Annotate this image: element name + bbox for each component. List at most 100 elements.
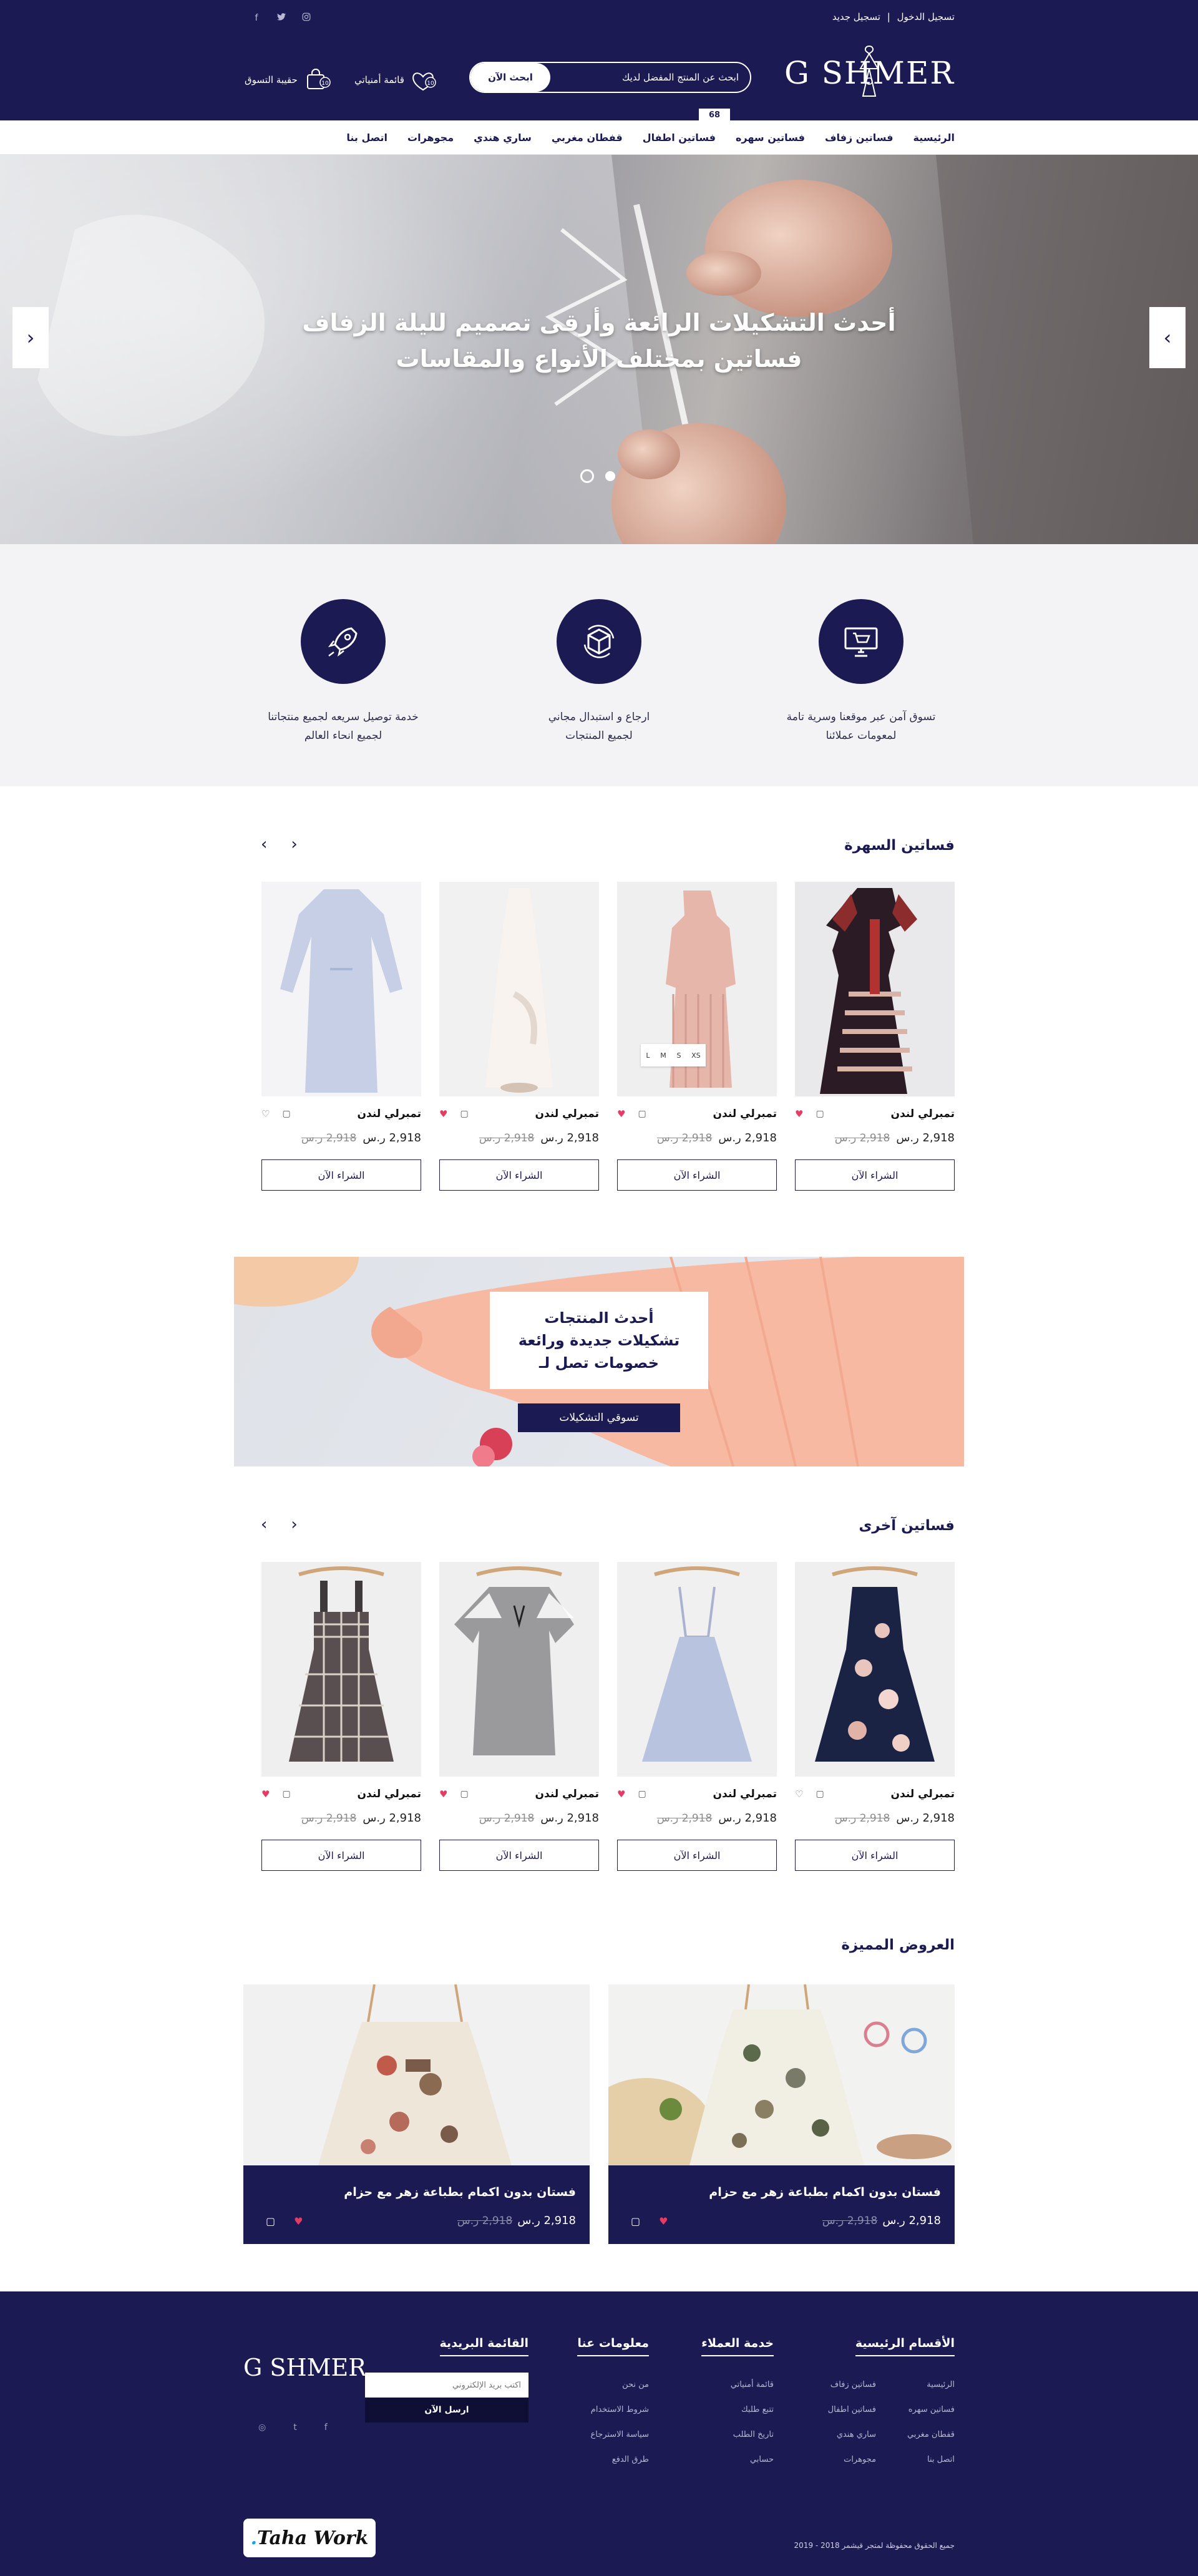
footer-link[interactable]: مجوهرات — [828, 2447, 876, 2472]
buy-now-button[interactable]: الشراء الآن — [439, 1159, 599, 1191]
footer-link[interactable]: شروط الاستخدام — [577, 2398, 649, 2422]
cart-link[interactable]: 10 حقيبة التسوق — [245, 69, 331, 91]
shopping-bag-icon[interactable]: ▢ — [631, 2215, 640, 2227]
featured-card[interactable]: فستان بدون اكمام بطباعة زهر مع حزام 2,91… — [243, 1984, 590, 2244]
footer-link[interactable]: تتبع طلبك — [701, 2398, 774, 2422]
footer-logo[interactable]: G SHMER — [243, 2354, 366, 2381]
product-name[interactable]: تمبرلي لندن — [358, 1108, 421, 1120]
footer-link[interactable]: من نحن — [577, 2373, 649, 2398]
footer-link[interactable]: سياسة الاسترجاع — [577, 2422, 649, 2447]
footer-link[interactable]: حسابي — [701, 2447, 774, 2472]
search-button[interactable]: ابحث الآن — [470, 63, 550, 92]
buy-now-button[interactable]: الشراء الآن — [617, 1840, 777, 1871]
featured-image[interactable] — [243, 1984, 590, 2165]
footer-link[interactable]: فساتين اطفال — [828, 2398, 876, 2422]
instagram-icon[interactable]: ◎ — [258, 2422, 266, 2432]
facebook-icon[interactable]: f — [251, 12, 262, 24]
heart-icon[interactable]: ♥ — [795, 1108, 803, 1120]
heart-outline-icon[interactable]: ♡ — [261, 1108, 270, 1120]
footer-link[interactable]: قائمة أمنياتي — [701, 2373, 774, 2398]
menu-item-jewelry[interactable]: مجوهرات — [407, 132, 454, 144]
wishlist-link[interactable]: 10 قائمة أمنياتي — [354, 69, 438, 91]
footer-link[interactable]: قفطان مغربي — [907, 2422, 955, 2447]
twitter-icon[interactable] — [276, 12, 287, 24]
product-image[interactable] — [261, 1562, 421, 1777]
product-image[interactable] — [261, 882, 421, 1096]
product-name[interactable]: تمبرلي لندن — [535, 1108, 599, 1120]
footer-link[interactable]: ساري هندي — [828, 2422, 876, 2447]
footer-link[interactable]: تاريخ الطلب — [701, 2422, 774, 2447]
shopping-bag-icon[interactable]: ▢ — [816, 1789, 824, 1799]
product-card[interactable]: تمبرلي لندن ▢ ♥ 2,918 ر.س 2,918 ر.س الشراء… — [795, 882, 955, 1191]
buy-now-button[interactable]: الشراء الآن — [617, 1159, 777, 1191]
register-link[interactable]: تسجيل جديد — [832, 11, 880, 22]
menu-item-wedding[interactable]: فساتين زفاف — [825, 132, 894, 144]
product-image[interactable] — [439, 882, 599, 1096]
footer-link[interactable]: فساتين سهره — [907, 2398, 955, 2422]
carousel-next-icon[interactable]: › — [261, 1515, 267, 1534]
product-image[interactable]: XS S M L — [617, 882, 777, 1096]
product-name[interactable]: تمبرلي لندن — [713, 1788, 777, 1800]
footer-link[interactable]: فساتين زفاف — [828, 2373, 876, 2398]
product-name[interactable]: تمبرلي لندن — [891, 1788, 955, 1800]
carousel-prev-icon[interactable]: ‹ — [291, 1515, 297, 1534]
shopping-bag-icon[interactable]: ▢ — [460, 1789, 468, 1799]
heart-icon[interactable]: ♥ — [294, 2215, 303, 2227]
product-card[interactable]: تمبرلي لندن ▢ ♡ 2,918 ر.س 2,918 ر.س الشراء… — [795, 1562, 955, 1871]
featured-title[interactable]: فستان بدون اكمام بطباعة زهر مع حزام — [344, 2185, 576, 2199]
carousel-next-icon[interactable]: › — [261, 835, 267, 854]
shopping-bag-icon[interactable]: ▢ — [638, 1789, 646, 1799]
product-image[interactable] — [795, 1562, 955, 1777]
shop-collection-button[interactable]: تسوقي التشكيلات — [518, 1403, 680, 1432]
heart-icon[interactable]: ♥ — [261, 1788, 270, 1800]
heart-icon[interactable]: ♥ — [439, 1108, 447, 1120]
size-selector[interactable]: XS S M L — [641, 1044, 706, 1066]
product-name[interactable]: تمبرلي لندن — [535, 1788, 599, 1800]
hero-next-button[interactable]: › — [1149, 307, 1186, 368]
product-image[interactable] — [795, 882, 955, 1096]
hero-prev-button[interactable]: ‹ — [12, 307, 49, 368]
carousel-prev-icon[interactable]: ‹ — [291, 835, 297, 854]
shopping-bag-icon[interactable]: ▢ — [282, 1789, 290, 1799]
product-image[interactable] — [439, 1562, 599, 1777]
heart-icon[interactable]: ♥ — [617, 1788, 625, 1800]
twitter-icon[interactable]: t — [293, 2422, 297, 2432]
heart-outline-icon[interactable]: ♡ — [795, 1788, 803, 1800]
shopping-bag-icon[interactable]: ▢ — [282, 1109, 290, 1119]
product-card[interactable]: تمبرلي لندن ▢ ♥ 2,918 ر.س 2,918 ر.س الشراء… — [439, 882, 599, 1191]
menu-item-evening[interactable]: فساتين سهره — [736, 132, 805, 144]
menu-item-home[interactable]: الرئيسية — [913, 132, 955, 144]
login-link[interactable]: تسجيل الدخول — [897, 11, 955, 22]
instagram-icon[interactable] — [301, 12, 312, 24]
featured-card[interactable]: فستان بدون اكمام بطباعة زهر مع حزام 2,91… — [608, 1984, 955, 2244]
menu-item-sari[interactable]: ساري هندي — [474, 132, 532, 144]
shopping-bag-icon[interactable]: ▢ — [816, 1109, 824, 1119]
product-card[interactable]: تمبرلي لندن ▢ ♡ 2,918 ر.س 2,918 ر.س الشراء… — [261, 882, 421, 1191]
heart-icon[interactable]: ♥ — [659, 2215, 668, 2227]
shopping-bag-icon[interactable]: ▢ — [638, 1109, 646, 1119]
search-input[interactable] — [550, 63, 750, 92]
menu-item-kaftan[interactable]: قفطان مغربي — [552, 132, 623, 144]
featured-image[interactable] — [608, 1984, 955, 2165]
shopping-bag-icon[interactable]: ▢ — [460, 1109, 468, 1119]
product-card[interactable]: تمبرلي لندن ▢ ♥ 2,918 ر.س 2,918 ر.س الشراء… — [439, 1562, 599, 1871]
facebook-icon[interactable]: f — [324, 2422, 328, 2432]
product-card[interactable]: XS S M L تمبرلي لندن ▢ ♥ 2,918 ر.س2,918 ر.س … — [617, 882, 777, 1191]
buy-now-button[interactable]: الشراء الآن — [795, 1840, 955, 1871]
product-card[interactable]: تمبرلي لندن ▢ ♥ 2,918 ر.س 2,918 ر.س الشراء… — [617, 1562, 777, 1871]
product-image[interactable] — [617, 1562, 777, 1777]
buy-now-button[interactable]: الشراء الآن — [261, 1840, 421, 1871]
product-name[interactable]: تمبرلي لندن — [891, 1108, 955, 1120]
buy-now-button[interactable]: الشراء الآن — [439, 1840, 599, 1871]
newsletter-email-input[interactable] — [365, 2373, 528, 2398]
product-name[interactable]: تمبرلي لندن — [358, 1788, 421, 1800]
menu-item-contact[interactable]: اتصل بنا — [346, 132, 387, 144]
product-card[interactable]: تمبرلي لندن ▢ ♥ 2,918 ر.س 2,918 ر.س الشراء… — [261, 1562, 421, 1871]
buy-now-button[interactable]: الشراء الآن — [261, 1159, 421, 1191]
designer-badge[interactable]: Taha Work. — [243, 2519, 376, 2557]
shopping-bag-icon[interactable]: ▢ — [266, 2215, 275, 2227]
slider-dot-1[interactable] — [580, 469, 594, 483]
heart-icon[interactable]: ♥ — [439, 1788, 447, 1800]
slider-dot-2[interactable] — [605, 471, 615, 481]
footer-link[interactable]: طرق الدفع — [577, 2447, 649, 2472]
